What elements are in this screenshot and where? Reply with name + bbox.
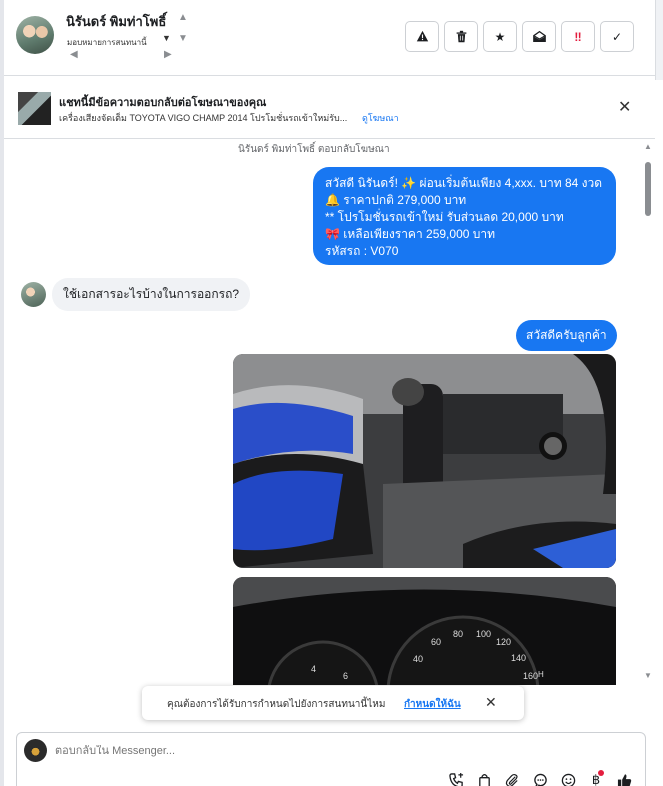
svg-text:100: 100	[476, 629, 491, 639]
message-composer: ฿	[16, 732, 646, 786]
page-avatar	[24, 739, 47, 762]
star-icon: ★	[494, 29, 506, 44]
warning-icon	[416, 30, 428, 42]
ad-reply-context-note: นิรันดร์ พิมท่าโพธิ์ ตอบกลับโฆษณา	[238, 144, 390, 155]
assign-prompt-text: คุณต้องการได้รับการกำหนดไปยังการสนทนานี้…	[167, 699, 386, 710]
report-button[interactable]	[405, 21, 439, 52]
composer-toolbar: ฿	[445, 770, 635, 786]
double-exclamation-icon: ‼	[574, 29, 582, 44]
attachment-icon[interactable]	[501, 770, 523, 786]
scroll-up-icon[interactable]: ▲	[644, 142, 652, 151]
notification-dot	[598, 770, 604, 776]
shopping-bag-icon[interactable]	[473, 770, 495, 786]
star-button[interactable]: ★	[483, 21, 517, 52]
envelope-open-icon	[532, 30, 546, 43]
svg-text:160: 160	[523, 671, 538, 681]
svg-text:120: 120	[496, 637, 511, 647]
assign-to-me-link[interactable]: กำหนดให้ฉัน	[404, 697, 461, 712]
mark-important-button[interactable]: ‼	[561, 21, 595, 52]
delete-button[interactable]	[444, 21, 478, 52]
call-icon[interactable]	[445, 770, 467, 786]
reply-input[interactable]	[55, 745, 355, 757]
chevron-down-icon[interactable]: ▼	[162, 33, 171, 43]
emoji-icon[interactable]	[557, 770, 579, 786]
svg-text:60: 60	[431, 637, 441, 647]
previous-conversation-icon[interactable]: ▲	[178, 12, 188, 23]
speedometer-photo[interactable]: 40 60 80 100 120 140 160 4 6 H	[233, 577, 616, 685]
message-line: รหัสรถ : V070	[325, 244, 399, 258]
scroll-right-icon[interactable]: ▶	[164, 49, 172, 60]
mark-done-button[interactable]: ✓	[600, 21, 634, 52]
close-icon[interactable]: ✕	[618, 97, 631, 117]
saved-replies-icon[interactable]	[529, 770, 551, 786]
svg-text:80: 80	[453, 629, 463, 639]
ad-thumbnail[interactable]	[18, 92, 51, 125]
car-interior-image	[233, 354, 616, 568]
view-ad-link[interactable]: ดูโฆษณา	[362, 111, 399, 125]
instrument-cluster-image: 40 60 80 100 120 140 160 4 6 H	[233, 577, 616, 685]
assign-prompt-toast: คุณต้องการได้รับการกำหนดไปยังการสนทนานี้…	[142, 686, 524, 720]
message-line: 🔔 ราคาปกติ 279,000 บาท	[325, 193, 467, 207]
scrollbar-thumb[interactable]	[645, 162, 651, 216]
payment-icon[interactable]: ฿	[585, 770, 607, 786]
sender-avatar[interactable]	[21, 282, 46, 307]
right-panel-edge	[655, 0, 663, 80]
svg-text:40: 40	[413, 654, 423, 664]
checkmark-icon: ✓	[611, 29, 623, 44]
assign-conversation-dropdown[interactable]: มอบหมายการสนทนานี้	[67, 36, 147, 49]
conversation-header: นิรันดร์ พิมท่าโพธิ์ ▲ ▼ มอบหมายการสนทนา…	[4, 0, 655, 76]
outgoing-message-bubble[interactable]: สวัสดีครับลูกค้า	[516, 320, 617, 351]
next-conversation-icon[interactable]: ▼	[178, 33, 188, 44]
message-thread[interactable]: นิรันดร์ พิมท่าโพธิ์ ตอบกลับโฆษณา สวัสดี…	[4, 140, 655, 685]
like-icon[interactable]	[613, 770, 635, 786]
trash-icon	[456, 30, 466, 43]
scroll-down-icon[interactable]: ▼	[644, 671, 652, 680]
gear-shift-photo[interactable]	[233, 354, 616, 568]
outgoing-message-bubble[interactable]: สวัสดี นิรันดร์! ✨ ผ่อนเริ่มต้นเพียง 4,x…	[313, 167, 616, 265]
ad-banner-title: แชทนี้มีข้อความตอบกลับต่อโฆษณาของคุณ	[59, 97, 267, 109]
svg-text:H: H	[538, 670, 544, 679]
scroll-left-icon[interactable]: ◀	[70, 49, 78, 60]
thread-scrollbar[interactable]: ▲ ▼	[642, 140, 654, 685]
header-action-bar: ★ ‼ ✓	[405, 21, 634, 52]
ad-reply-banner: แชทนี้มีข้อความตอบกลับต่อโฆษณาของคุณ เคร…	[4, 77, 655, 139]
mark-unread-button[interactable]	[522, 21, 556, 52]
svg-text:6: 6	[343, 671, 348, 681]
message-line: ** โปรโมชั่นรถเข้าใหม่ รับส่วนลด 20,000 …	[325, 210, 564, 224]
message-line: สวัสดี นิรันดร์! ✨ ผ่อนเริ่มต้นเพียง 4,x…	[325, 176, 603, 190]
incoming-message-bubble[interactable]: ใช้เอกสารอะไรบ้างในการออกรถ?	[52, 278, 251, 311]
contact-name[interactable]: นิรันดร์ พิมท่าโพธิ์	[66, 11, 166, 32]
svg-text:4: 4	[311, 664, 316, 674]
message-line: 🎀 เหลือเพียงราคา 259,000 บาท	[325, 227, 496, 241]
close-icon[interactable]: ✕	[485, 694, 497, 711]
ad-banner-text: เครื่องเสียงจัดเต็ม TOYOTA VIGO CHAMP 20…	[59, 113, 348, 123]
contact-avatar[interactable]	[16, 16, 54, 54]
svg-text:140: 140	[511, 653, 526, 663]
